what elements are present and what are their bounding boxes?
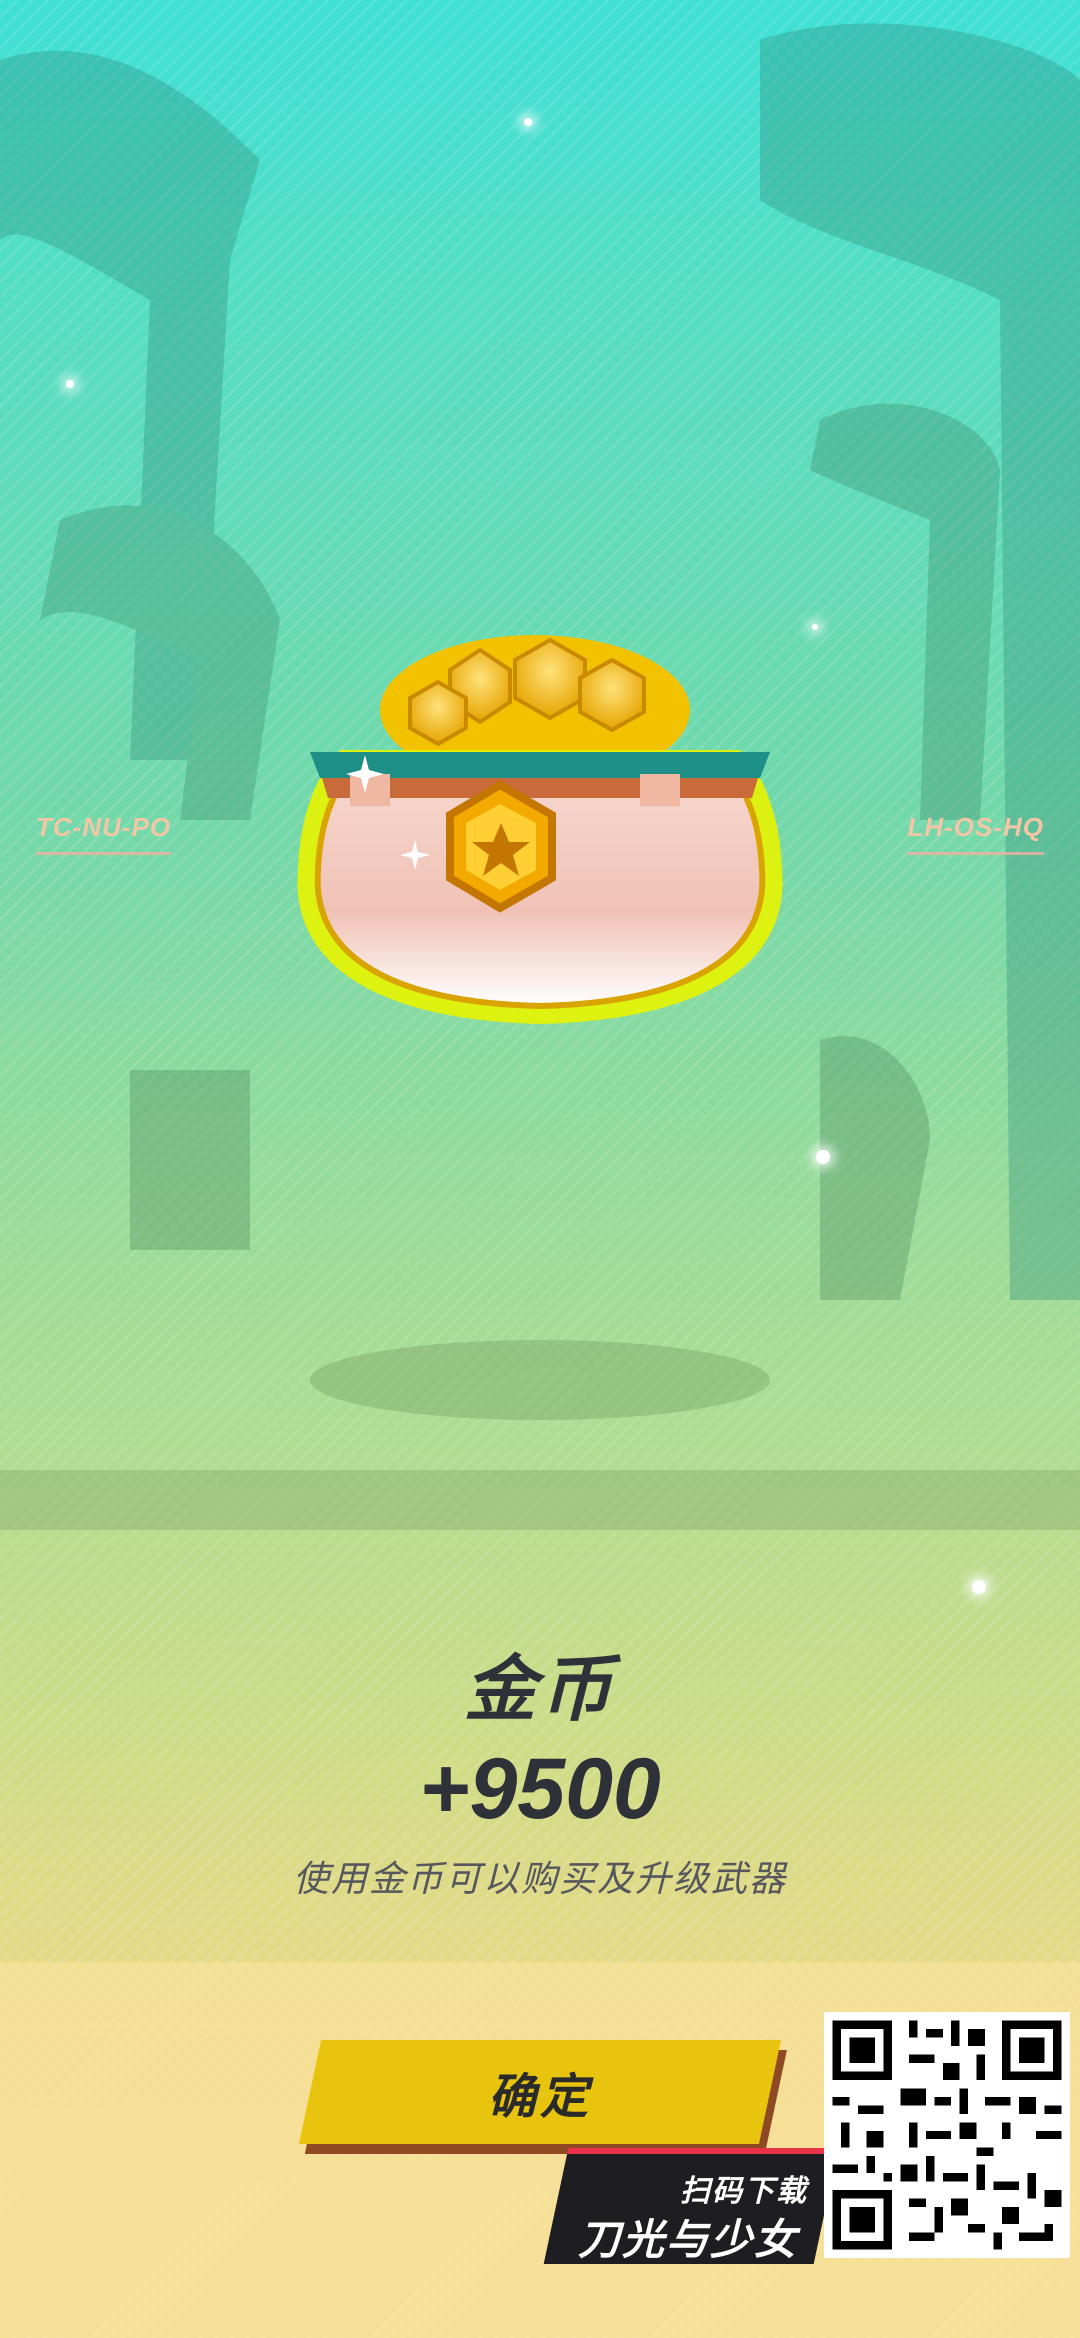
sparkle: [816, 1150, 830, 1164]
scan-download-label: 扫码下载: [680, 2175, 808, 2208]
reward-amount: +9500: [419, 1741, 661, 1837]
sparkle: [812, 624, 818, 630]
left-code-label: TC-NU-PO: [36, 812, 172, 855]
qr-code-icon[interactable]: [824, 2012, 1070, 2258]
confirm-button-label: 确定: [487, 2071, 592, 2124]
gold-coin-pot-icon: [297, 635, 783, 1024]
reward-title: 金币: [463, 1650, 616, 1730]
confirm-button[interactable]: 确定: [298, 2040, 782, 2144]
sparkle: [66, 380, 74, 388]
reward-description: 使用金币可以购买及升级武器: [292, 1858, 787, 1899]
right-code-label: LH-OS-HQ: [907, 812, 1044, 855]
sparkle: [524, 118, 532, 126]
sparkle: [972, 1580, 986, 1594]
game-name-label: 刀光与少女: [578, 2216, 799, 2263]
